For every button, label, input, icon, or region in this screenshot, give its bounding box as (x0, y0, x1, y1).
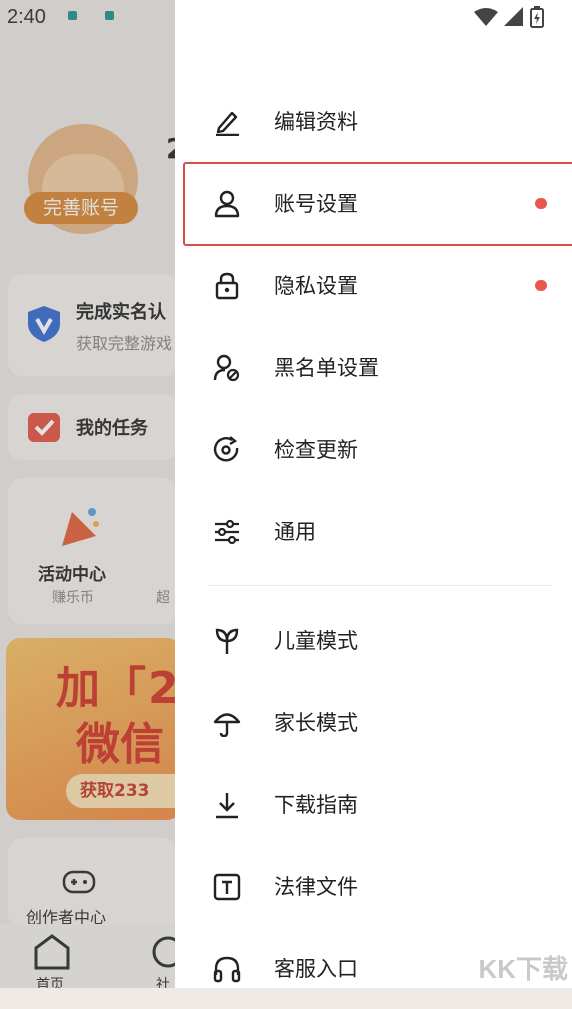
menu-item-label: 通用 (274, 520, 316, 544)
menu-item-general[interactable]: 通用 (175, 490, 572, 572)
wifi-icon (474, 8, 498, 26)
notification-icon (105, 11, 114, 20)
status-icons (474, 6, 544, 28)
sliders-icon (215, 519, 239, 545)
status-time: 2:40 (7, 6, 46, 28)
signal-icon (504, 7, 523, 26)
menu-item-label: 隐私设置 (274, 274, 358, 298)
menu-item-parent-mode[interactable]: 家长模式 (175, 681, 572, 763)
menu-item-label: 儿童模式 (274, 629, 358, 653)
menu-item-label: 客服入口 (274, 957, 358, 981)
download-icon (216, 793, 238, 819)
menu-item-label: 黑名单设置 (274, 356, 379, 380)
headset-icon (213, 956, 241, 983)
background-app: 完善账号 完成实名认 获取完整游戏 我的任务 活动中心 赚乐币 超 加「2 微信… (0, 0, 175, 988)
menu-item-legal-documents[interactable]: 法律文件 (175, 845, 572, 927)
sprout-icon (215, 628, 239, 654)
menu-item-label: 检查更新 (274, 438, 358, 462)
divider (208, 585, 552, 586)
lock-icon (215, 272, 239, 300)
refresh-icon (213, 436, 239, 462)
user-block-icon (213, 354, 240, 382)
menu-item-label: 家长模式 (274, 711, 358, 735)
scrim[interactable] (0, 0, 175, 988)
notification-icon (68, 11, 77, 20)
umbrella-icon (213, 713, 241, 737)
menu-item-kids-mode[interactable]: 儿童模式 (175, 599, 572, 681)
menu-item-blacklist-settings[interactable]: 黑名单设置 (175, 326, 572, 408)
status-bar: 2:40 (0, 0, 572, 34)
selection-highlight (183, 162, 572, 246)
menu-item-privacy-settings[interactable]: 隐私设置 (175, 244, 572, 326)
menu-item-label: 法律文件 (274, 875, 358, 899)
notification-dot (535, 280, 547, 291)
text-document-icon (213, 873, 241, 901)
menu-item-check-update[interactable]: 检查更新 (175, 408, 572, 490)
menu-item-download-guide[interactable]: 下载指南 (175, 763, 572, 845)
menu-item-edit-profile[interactable]: 编辑资料 (175, 80, 572, 162)
menu-item-label: 编辑资料 (274, 110, 358, 134)
edit-pencil-icon (216, 111, 239, 136)
watermark: KK下载 (478, 954, 568, 984)
battery-charging-icon (530, 6, 544, 28)
menu-item-label: 下载指南 (274, 793, 358, 817)
settings-drawer: 编辑资料 账号设置 隐私设置 黑名单设置 检查更新 通用 儿童模式 家长模式 下… (175, 0, 572, 988)
